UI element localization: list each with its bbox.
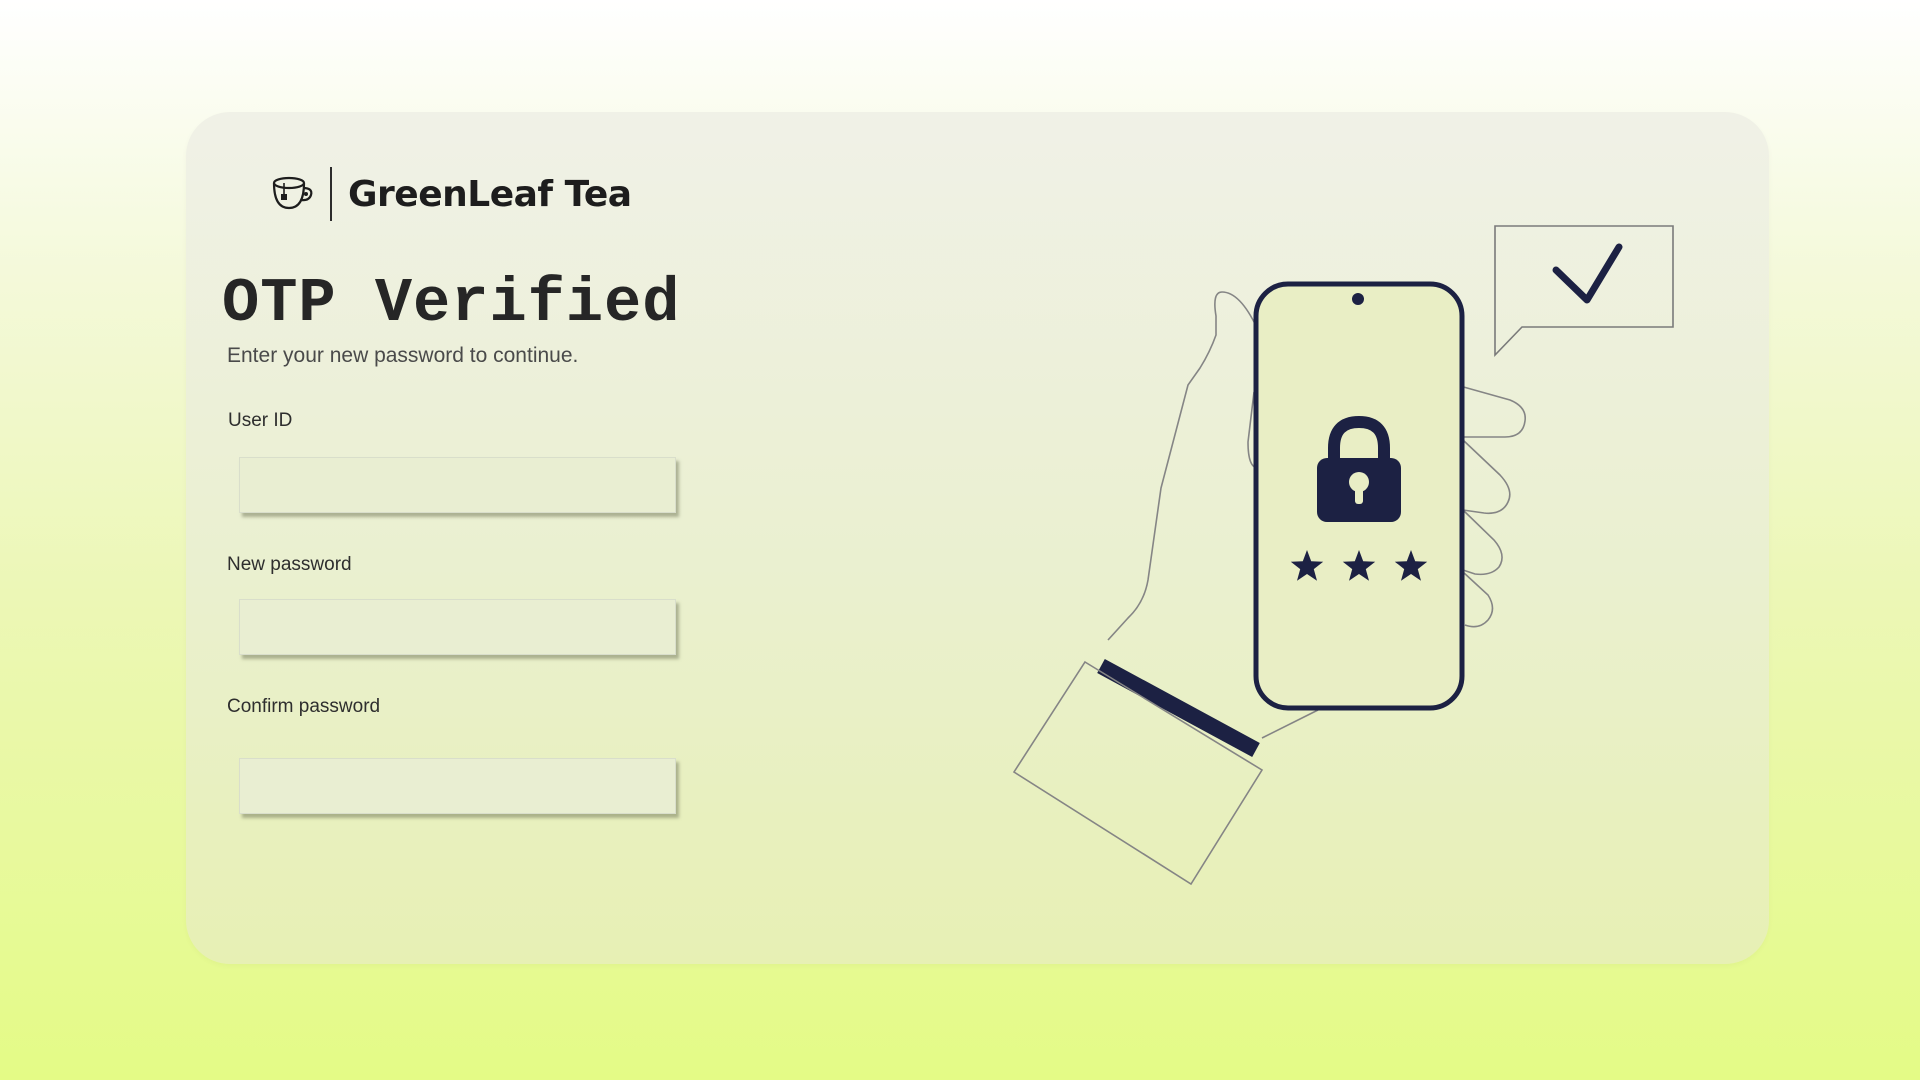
user-id-input[interactable] bbox=[239, 457, 676, 513]
checkmark-speech-bubble-icon bbox=[1494, 225, 1674, 357]
page-title: OTP Verified bbox=[222, 268, 681, 339]
brand-header: GreenLeaf Tea bbox=[270, 166, 632, 222]
confirm-password-label: Confirm password bbox=[227, 696, 381, 717]
hand-holding-phone-illustration bbox=[1012, 225, 1674, 886]
new-password-input[interactable] bbox=[239, 599, 676, 655]
confirm-password-input[interactable] bbox=[239, 758, 676, 814]
user-id-label: User ID bbox=[228, 410, 293, 431]
brand-name: GreenLeaf Tea bbox=[348, 173, 632, 215]
new-password-label: New password bbox=[227, 554, 352, 575]
teacup-icon bbox=[270, 171, 316, 217]
page-subtitle: Enter your new password to continue. bbox=[227, 344, 579, 367]
brand-divider bbox=[330, 167, 332, 221]
sleeve bbox=[1012, 658, 1264, 886]
